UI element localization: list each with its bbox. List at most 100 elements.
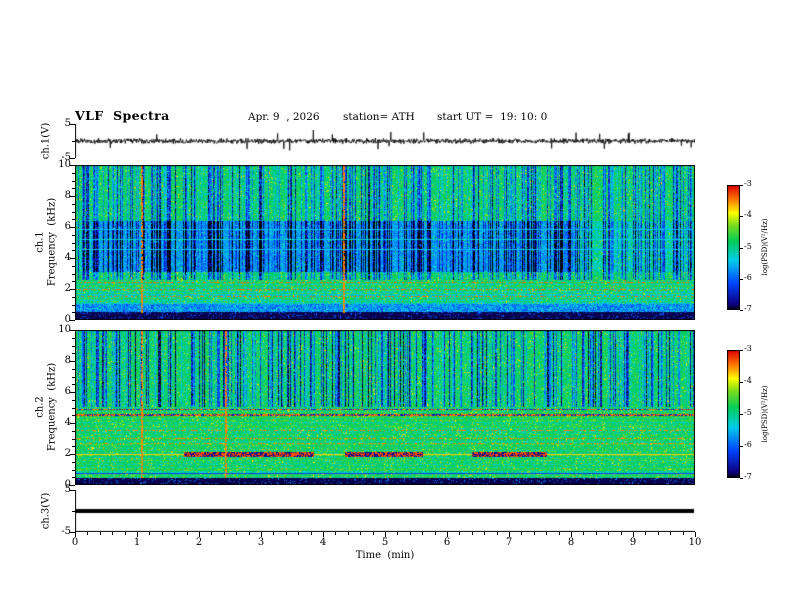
axis-tick (434, 532, 436, 535)
ch1-channel-label: ch.1 (34, 231, 46, 253)
axis-tick (72, 469, 75, 471)
y-tick-label: -5 (61, 526, 71, 537)
axis-tick (682, 532, 684, 535)
colorbar-tick-label: -5 (744, 408, 752, 417)
axis-tick (397, 532, 399, 535)
axis-tick (72, 376, 75, 378)
y-tick-label: 8 (64, 355, 71, 366)
axis-tick (72, 211, 75, 213)
axis-tick (740, 216, 743, 218)
axis-tick (72, 461, 75, 463)
axis-tick (740, 414, 743, 415)
ch3-waveform-plot (75, 490, 695, 532)
axis-tick (595, 532, 597, 535)
axis-tick (72, 477, 75, 479)
y-tick-label: 10 (58, 324, 71, 335)
axis-tick (72, 265, 75, 267)
axis-tick (372, 532, 374, 535)
date-label: Apr. 9 , 2026 (248, 111, 320, 123)
axis-tick (174, 532, 176, 535)
axis-tick (484, 532, 486, 535)
axis-tick (72, 273, 75, 275)
ch3-voltage-axis-label: ch.3(V) (40, 492, 52, 530)
y-tick-label: 2 (64, 448, 71, 459)
colorbar-tick-label: -4 (744, 210, 752, 220)
colorbar-tick-label: -4 (744, 376, 752, 385)
axis-tick (740, 478, 743, 479)
axis-tick (72, 384, 75, 386)
axis-tick (72, 188, 75, 190)
axis-tick (285, 532, 287, 535)
axis-tick (72, 438, 75, 440)
axis-tick (72, 430, 75, 432)
x-tick-label: 7 (505, 537, 513, 548)
axis-tick (72, 337, 75, 339)
axis-tick (459, 532, 461, 535)
axis-tick (161, 532, 163, 535)
ch1-voltage-axis-label: ch.1(V) (40, 122, 52, 160)
axis-tick (72, 415, 75, 417)
axis-tick (72, 219, 75, 221)
axis-tick (236, 532, 238, 535)
time-axis-label: Time (min) (355, 550, 415, 561)
axis-tick (335, 532, 337, 535)
axis-tick (608, 532, 610, 535)
colorbar2 (727, 350, 740, 478)
x-tick-label: 3 (257, 537, 265, 548)
axis-tick (298, 532, 300, 535)
vlf-spectra-figure: VLF Spectra Apr. 9 , 2026 station= ATH s… (0, 0, 792, 612)
y-tick-label: -5 (61, 152, 71, 163)
axis-tick (72, 511, 75, 512)
axis-tick (72, 203, 75, 205)
colorbar-tick-label: -6 (744, 272, 752, 282)
ch1-waveform-plot (75, 124, 695, 158)
colorbar1-label: log(PSD)(V²/Hz) (761, 218, 770, 276)
axis-tick (740, 446, 743, 447)
station-label: station= ATH (343, 111, 415, 123)
axis-tick (149, 532, 151, 535)
x-tick-label: 8 (567, 537, 575, 548)
x-tick-label: 1 (133, 537, 141, 548)
axis-tick (347, 532, 349, 535)
axis-tick (186, 532, 188, 535)
axis-tick (72, 304, 75, 306)
start-ut-label: start UT = 19: 10: 0 (437, 111, 548, 123)
ch2-frequency-axis-label: Frequency (kHz) (46, 362, 58, 452)
axis-tick (310, 532, 312, 535)
figure-title: VLF Spectra (75, 108, 170, 123)
x-tick-label: 0 (71, 537, 79, 548)
axis-tick (546, 532, 548, 535)
axis-tick (273, 532, 275, 535)
y-tick-label: 5 (64, 484, 71, 495)
axis-tick (583, 532, 585, 535)
axis-tick (72, 312, 75, 314)
colorbar-tick-label: -6 (744, 440, 752, 449)
ch2-channel-label: ch.2 (34, 396, 46, 418)
axis-tick (360, 532, 362, 535)
axis-tick (471, 532, 473, 535)
axis-tick (72, 242, 75, 244)
axis-tick (72, 250, 75, 252)
axis-tick (124, 532, 126, 535)
axis-tick (72, 407, 75, 409)
axis-tick (72, 399, 75, 401)
axis-tick (72, 172, 75, 174)
x-tick-label: 9 (629, 537, 637, 548)
ch1-frequency-axis-label: Frequency (kHz) (46, 197, 58, 287)
y-tick-label: 2 (64, 283, 71, 294)
axis-tick (409, 532, 411, 535)
axis-tick (72, 281, 75, 283)
axis-tick (422, 532, 424, 535)
axis-tick (72, 180, 75, 182)
axis-tick (740, 382, 743, 383)
axis-tick (740, 247, 743, 249)
axis-tick (558, 532, 560, 535)
axis-tick (496, 532, 498, 535)
y-tick-label: 4 (64, 252, 71, 263)
axis-tick (670, 532, 672, 535)
axis-tick (72, 345, 75, 347)
colorbar-tick-label: -3 (744, 179, 752, 188)
axis-tick (99, 532, 101, 535)
colorbar1 (727, 185, 740, 310)
x-tick-label: 4 (319, 537, 327, 548)
